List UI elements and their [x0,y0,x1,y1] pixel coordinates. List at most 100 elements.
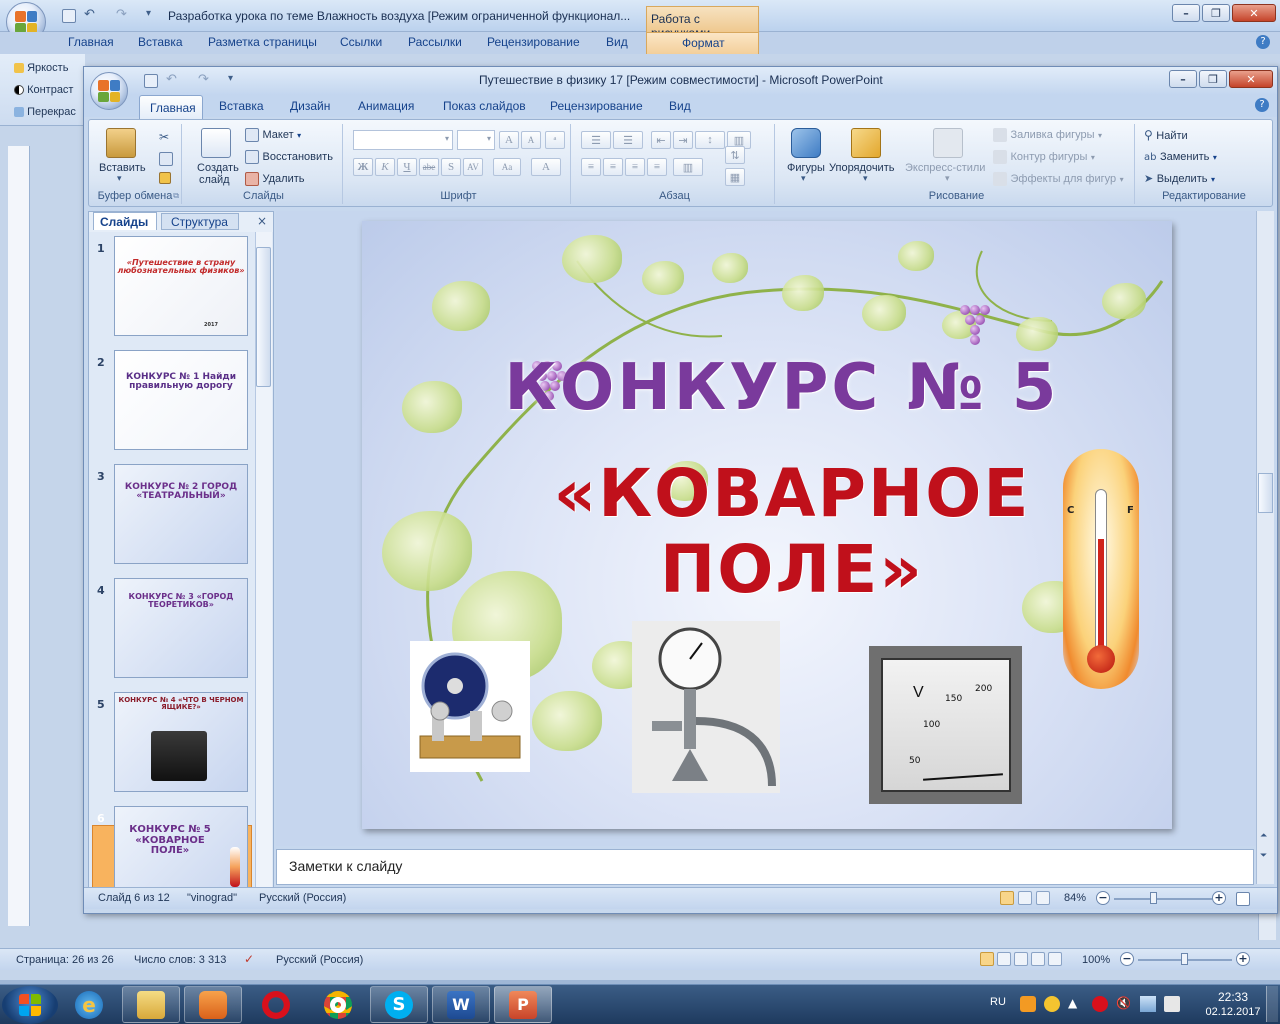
slide-thumb-4[interactable]: КОНКУРС № 3 «ГОРОД ТЕОРЕТИКОВ» [114,578,248,678]
shrink-font-button[interactable]: A [521,131,541,149]
shapes-button[interactable]: Фигуры ▾ [783,124,827,190]
ppt-redo-icon[interactable]: ↷ [198,72,209,87]
word-close-button[interactable]: ✕ [1232,4,1276,22]
network-icon[interactable] [1140,996,1156,1012]
word-status-words[interactable]: Число слов: 3 313 [134,954,226,966]
manometer-image[interactable] [632,621,780,793]
text-direction-button[interactable]: ⇅ [725,146,745,164]
tab-outline[interactable]: Структура [161,213,239,230]
ppt-maximize-button[interactable]: ❐ [1199,70,1227,88]
start-button[interactable] [2,986,58,1024]
opera-tray-icon[interactable] [1092,996,1108,1012]
slide-thumb-2[interactable]: КОНКУРС № 1 Найди правильную дорогу [114,350,248,450]
grow-font-button[interactable]: A [499,131,519,149]
word-help-icon[interactable]: ? [1256,35,1270,49]
tray-language[interactable]: RU [990,996,1006,1008]
cut-icon[interactable]: ✂ [159,130,169,144]
taskbar-powerpoint-button[interactable]: P [494,986,552,1023]
slides-pane-scroll-thumb[interactable] [256,247,271,387]
normal-view-icon[interactable] [1000,891,1014,905]
ppt-status-slide[interactable]: Слайд 6 из 12 [98,892,170,904]
shape-effects-button[interactable]: Эффекты для фигур ▾ [993,172,1124,186]
word-tab-home[interactable]: Главная [68,35,114,49]
char-spacing-button[interactable]: AV [463,158,483,176]
ppt-undo-icon[interactable]: ↶ [166,72,177,87]
save-icon[interactable] [62,9,76,23]
web-layout-icon[interactable] [1014,952,1028,966]
draft-view-icon[interactable] [1048,952,1062,966]
ppt-office-button[interactable] [90,72,128,110]
taskbar-ie-button[interactable]: e [64,988,114,1022]
taskbar-word-button[interactable]: W [432,986,490,1023]
thermometer-image[interactable]: C F [1055,449,1147,699]
undo-icon[interactable]: ↶ [84,7,95,22]
align-center-button[interactable]: ≡ [603,158,623,176]
line-spacing-button[interactable]: ↕ [695,131,725,149]
electrostatic-generator-image[interactable] [410,641,530,772]
spellcheck-icon[interactable]: ✓ [244,952,254,966]
quick-styles-button[interactable]: Экспресс-стили ▾ [905,124,991,190]
current-slide[interactable]: КОНКУРС № 5 «КОВАРНОЕ ПОЛЕ» V 50 100 150… [362,221,1172,829]
ppt-qat-dropdown-icon[interactable]: ▾ [228,73,233,84]
up-arrow-icon[interactable]: ▲ [1068,996,1084,1012]
clear-format-button[interactable]: ᵃ [545,131,565,149]
flag-icon[interactable] [1164,996,1180,1012]
ppt-tab-insert[interactable]: Вставка [219,99,264,113]
voltmeter-image[interactable]: V 50 100 150 200 [869,646,1022,804]
word-zoom-in-button[interactable]: + [1236,952,1250,966]
ppt-zoom-slider[interactable] [1114,898,1212,900]
word-tab-insert[interactable]: Вставка [138,35,183,49]
shape-fill-button[interactable]: Заливка фигуры ▾ [993,128,1102,142]
word-zoom-level[interactable]: 100% [1082,954,1110,966]
slide-sorter-icon[interactable] [1018,891,1032,905]
ppt-status-language[interactable]: Русский (Россия) [259,892,346,904]
redo-icon[interactable]: ↷ [116,7,127,22]
ppt-scroll-thumb[interactable] [1258,473,1273,513]
full-screen-reading-icon[interactable] [997,952,1011,966]
outline-view-icon[interactable] [1031,952,1045,966]
align-right-button[interactable]: ≡ [625,158,645,176]
word-status-language[interactable]: Русский (Россия) [276,954,363,966]
taskbar-opera-button[interactable] [256,988,296,1022]
find-button[interactable]: ⚲ Найти [1144,128,1188,142]
slide-thumb-6[interactable]: КОНКУРС № 5 «КОВАРНОЕ ПОЛЕ» [114,806,248,887]
word-zoom-handle[interactable] [1181,953,1188,965]
word-tab-mailings[interactable]: Рассылки [408,35,462,49]
ppt-zoom-level[interactable]: 84% [1064,892,1086,904]
slide-thumb-3[interactable]: КОНКУРС № 2 ГОРОД «ТЕАТРАЛЬНЫЙ» [114,464,248,564]
recolor-button[interactable]: Перекрас [14,106,76,118]
font-color-button[interactable]: A [531,158,561,176]
taskbar-media-button[interactable] [184,986,242,1023]
ppt-tab-review[interactable]: Рецензирование [550,99,643,113]
arrange-button[interactable]: Упорядочить ▾ [829,124,903,190]
tab-slides[interactable]: Слайды [93,212,157,230]
taskbar-skype-button[interactable]: S [370,986,428,1023]
clipboard-launcher-icon[interactable]: ⧉ [173,191,179,201]
ppt-zoom-handle[interactable] [1150,892,1157,904]
clock-time[interactable]: 22:33 [1213,990,1253,1004]
decrease-indent-button[interactable]: ⇤ [651,131,671,149]
slide-subtitle[interactable]: «КОВАРНОЕ ПОЛЕ» [462,456,1122,608]
ppt-vertical-scrollbar[interactable]: ⏶ ⏷ [1256,211,1274,884]
word-status-page[interactable]: Страница: 26 из 26 [16,954,114,966]
reset-button[interactable]: Восстановить [245,150,333,164]
italic-button[interactable]: К [375,158,395,176]
print-layout-icon[interactable] [980,952,994,966]
next-slide-icon[interactable]: ⏷ [1260,851,1267,861]
justify-button[interactable]: ≡ [647,158,667,176]
word-zoom-out-button[interactable]: − [1120,952,1134,966]
ppt-tab-slideshow[interactable]: Показ слайдов [443,99,526,113]
word-maximize-button[interactable]: ❐ [1202,4,1230,22]
ppt-tab-view[interactable]: Вид [669,99,691,113]
ppt-tab-animation[interactable]: Анимация [358,99,414,113]
ppt-tab-home[interactable]: Главная [139,95,203,119]
pane-close-icon[interactable]: × [257,214,267,228]
qat-dropdown-icon[interactable]: ▾ [146,8,151,19]
ppt-help-icon[interactable]: ? [1255,98,1269,112]
copy-icon[interactable] [159,152,173,166]
layout-button[interactable]: Макет ▾ [245,128,301,142]
fit-to-window-icon[interactable] [1236,892,1250,906]
ppt-minimize-button[interactable]: – [1169,70,1197,88]
contrast-button[interactable]: Контраст [14,84,73,96]
numbering-button[interactable]: ☰ [613,131,643,149]
